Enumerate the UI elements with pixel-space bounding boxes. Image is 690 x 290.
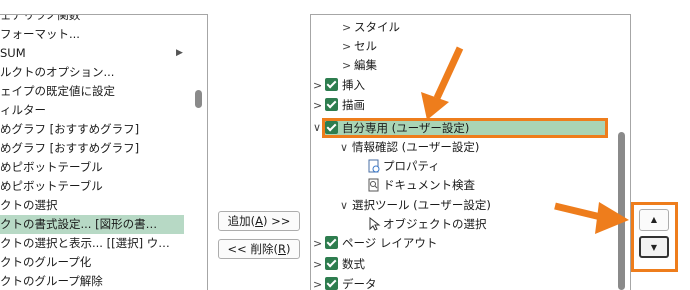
add-button[interactable]: 追加(A) >> [218,211,300,231]
pointer-icon [369,217,381,231]
properties-icon [368,159,380,173]
move-down-button[interactable]: ▼ [639,236,669,258]
chevron-right-icon[interactable]: > [342,56,354,75]
tree-tab-formulas[interactable]: > 数式 [313,255,365,274]
tree-tab-draw[interactable]: > 描画 [313,96,365,115]
list-item[interactable]: めピボットテーブル [0,158,103,177]
callout-arrow-down-icon [421,46,464,120]
list-item[interactable]: めグラフ [おすすめグラフ] [0,120,139,139]
chevron-right-icon[interactable]: > [342,18,354,37]
tree-tab-page-layout[interactable]: > ページ レイアウト [313,234,437,253]
checkbox-checked-icon[interactable] [325,257,338,270]
tree-item-style[interactable]: > スタイル [342,18,400,37]
chevron-right-icon[interactable]: > [342,37,354,56]
list-item[interactable]: クトの選択 [0,196,58,215]
checkbox-checked-icon[interactable] [325,78,338,91]
tree-item-editing[interactable]: > 編集 [342,56,377,75]
chevron-right-icon[interactable]: > [313,96,325,115]
list-item[interactable]: ェイプの既定値に設定 [0,82,115,101]
tree-tab-data[interactable]: > データ [313,275,377,290]
list-item-selected[interactable]: クトの書式設定... [図形の書… [0,215,184,234]
document-inspect-icon [368,178,379,192]
tree-command-select-objects[interactable]: オブジェクトの選択 [367,215,487,234]
chevron-right-icon[interactable]: > [313,255,325,274]
list-item[interactable]: クトのグループ化 [0,253,91,272]
tree-group-select-tools[interactable]: ∨ 選択ツール (ユーザー設定) [340,196,491,215]
submenu-arrow-icon: ▶ [176,48,183,58]
checkbox-checked-icon[interactable] [325,277,338,290]
move-up-button[interactable]: ▲ [639,209,669,231]
list-item[interactable]: めグラフ [おすすめグラフ] [0,139,139,158]
tree-command-properties[interactable]: プロパティ [367,157,440,176]
list-item[interactable]: ィルター [0,101,46,120]
list-item[interactable]: クトの選択と表示... [[選択] ウ… [0,234,170,253]
tree-tab-insert[interactable]: > 挿入 [313,76,365,95]
chevron-down-icon[interactable]: ∨ [313,118,325,137]
list-item[interactable]: フォーマット... [0,25,80,44]
tree-group-info[interactable]: ∨ 情報確認 (ユーザー設定) [340,138,479,157]
available-commands-list[interactable]: ェアリラノ関数 フォーマット... SUM ▶ ルクトのオプション... ェイプの… [0,14,208,290]
tree-command-doc-inspect[interactable]: ドキュメント検査 [367,176,475,195]
chevron-down-icon[interactable]: ∨ [340,196,352,215]
list-item[interactable]: ェアリラノ関数 [0,15,80,25]
list-item[interactable]: クトのグループ解除 [0,272,103,290]
chevron-right-icon[interactable]: > [313,234,325,253]
tree-item-cells[interactable]: > セル [342,37,377,56]
checkbox-checked-icon[interactable] [325,236,338,249]
list-item[interactable]: めピボットテーブル [0,177,103,196]
chevron-right-icon[interactable]: > [313,76,325,95]
tree-collapse-chevron[interactable]: ∨ [313,118,325,137]
chevron-right-icon[interactable]: > [313,275,325,290]
left-list-scrollbar-thumb[interactable] [195,90,202,108]
remove-button[interactable]: << 削除(R) [218,239,300,259]
list-item[interactable]: ルクトのオプション... [0,63,114,82]
list-item[interactable]: SUM ▶ [0,44,183,63]
callout-arrow-right-icon [554,202,629,234]
checkbox-checked-icon[interactable] [325,98,338,111]
chevron-down-icon[interactable]: ∨ [340,138,352,157]
